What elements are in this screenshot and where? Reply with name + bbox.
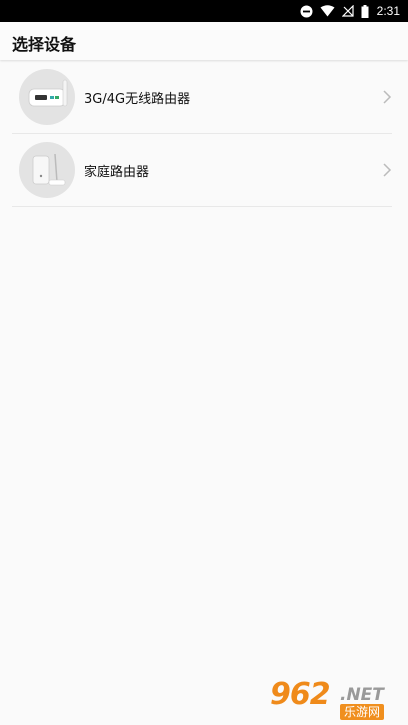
device-item-home-router[interactable]: 家庭路由器 (12, 134, 392, 207)
device-label: 3G/4G无线路由器 (84, 92, 191, 107)
device-label: 家庭路由器 (84, 165, 150, 180)
page-title: 选择设备 (12, 35, 77, 54)
chevron-right-icon (382, 162, 392, 178)
status-bar: 2:31 (0, 0, 408, 22)
watermark-suffix: .NET (340, 685, 384, 705)
watermark-number: 962 (270, 677, 331, 712)
wifi-icon (320, 5, 335, 17)
home-router-image (19, 142, 75, 198)
status-time: 2:31 (376, 4, 400, 18)
battery-icon (361, 4, 369, 18)
dnd-icon (300, 5, 313, 18)
watermark: 962 .NET 乐游网 (270, 677, 402, 721)
device-item-mobile-router[interactable]: 3G/4G无线路由器 (12, 61, 392, 134)
mobile-router-image (19, 69, 75, 125)
chevron-right-icon (382, 89, 392, 105)
watermark-subtitle: 乐游网 (340, 704, 385, 720)
app-header: 选择设备 (0, 22, 408, 60)
no-signal-icon (341, 5, 354, 17)
device-list: 3G/4G无线路由器 家庭路由器 (12, 61, 392, 207)
